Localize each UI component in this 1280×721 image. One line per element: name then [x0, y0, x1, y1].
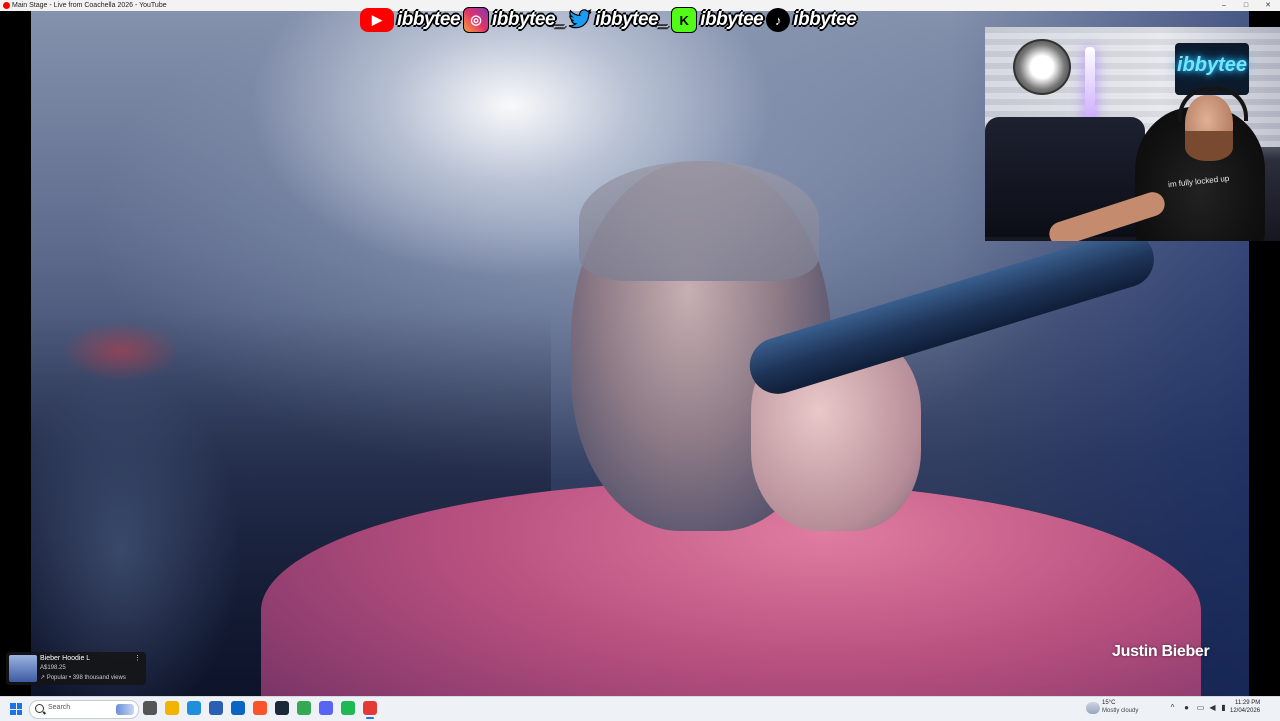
search-placeholder: Search	[48, 704, 71, 711]
battery-icon[interactable]: ▮	[1219, 703, 1228, 712]
store-icon[interactable]	[209, 701, 223, 715]
performer-caption: Justin Bieber	[1112, 643, 1210, 660]
maximize-button[interactable]: □	[1236, 0, 1256, 11]
product-name: Bieber Hoodie L	[40, 655, 91, 662]
outlook-icon[interactable]	[231, 701, 245, 715]
window-title: Main Stage - Live from Coachella 2026 - …	[12, 2, 167, 9]
search-icon	[35, 704, 44, 713]
kick-handle: ibbytee	[700, 9, 764, 30]
network-icon[interactable]: ▭	[1196, 703, 1205, 712]
taskbar-search[interactable]: Search	[29, 700, 139, 719]
weather-description: Mostly cloudy	[1102, 708, 1139, 714]
bulldog-logo-icon	[1013, 39, 1071, 95]
twitter-handle: ibbytee_	[595, 9, 669, 30]
social-youtube: ▶ ibbytee	[360, 8, 461, 32]
social-handles-banner: ▶ ibbytee ◎ ibbytee_ ibbytee_ K ibbytee …	[360, 6, 857, 34]
youtube-icon: ▶	[360, 8, 394, 32]
spotify-icon[interactable]	[341, 701, 355, 715]
obs-youtube-icon[interactable]	[363, 701, 377, 719]
social-instagram: ◎ ibbytee_	[463, 7, 566, 33]
more-options-icon[interactable]: ⋮	[134, 654, 141, 662]
minimize-button[interactable]: –	[1214, 0, 1234, 11]
cloudy-weather-icon[interactable]	[1086, 702, 1100, 714]
kick-icon: K	[671, 7, 698, 33]
search-highlight-icon	[116, 704, 134, 715]
product-price: A$198.25	[40, 665, 66, 671]
social-tiktok: ♪ ibbytee	[766, 8, 857, 32]
task-view-icon[interactable]	[143, 701, 157, 715]
discord-icon[interactable]	[319, 701, 333, 715]
instagram-icon: ◎	[463, 7, 490, 33]
tiktok-handle: ibbytee	[793, 9, 857, 30]
file-explorer-icon[interactable]	[165, 701, 179, 715]
steam-icon[interactable]	[275, 701, 289, 715]
edge-browser-icon[interactable]	[187, 701, 201, 715]
youtube-app-icon	[3, 2, 10, 9]
streamer-beard	[1185, 131, 1233, 161]
microphone-icon[interactable]: ●	[1182, 703, 1191, 712]
product-thumbnail[interactable]	[9, 655, 37, 682]
clock-date[interactable]: 12/04/2026	[1230, 708, 1260, 714]
clock-time[interactable]: 11:29 PM	[1235, 700, 1260, 706]
youtube-handle: ibbytee	[397, 9, 461, 30]
windows-start-icon[interactable]	[10, 703, 22, 715]
social-kick: K ibbytee	[671, 7, 764, 33]
product-ad-card[interactable]: Bieber Hoodie L A$198.25 ↗ Popular • 398…	[6, 652, 146, 685]
chrome-icon[interactable]	[297, 701, 311, 715]
close-button[interactable]: ✕	[1258, 0, 1278, 11]
volume-icon[interactable]: ◀	[1208, 703, 1217, 712]
streamer-webcam: ibbytee im fully locked up	[985, 27, 1280, 241]
neon-lamp	[1085, 47, 1095, 127]
product-meta: ↗ Popular • 398 thousand views	[40, 675, 126, 681]
instagram-handle: ibbytee_	[492, 9, 566, 30]
tiktok-icon: ♪	[766, 8, 791, 32]
performer-hair	[579, 161, 819, 281]
weather-temperature: 15°C	[1102, 700, 1116, 706]
twitter-bird-icon	[568, 8, 592, 32]
social-twitter: ibbytee_	[568, 8, 669, 32]
brave-browser-icon[interactable]	[253, 701, 267, 715]
chevron-up-icon[interactable]: ^	[1168, 703, 1177, 712]
taskbar: Search 15°C Mostly cloudy ^ ● ▭ ◀ ▮ 11:2…	[0, 696, 1280, 721]
